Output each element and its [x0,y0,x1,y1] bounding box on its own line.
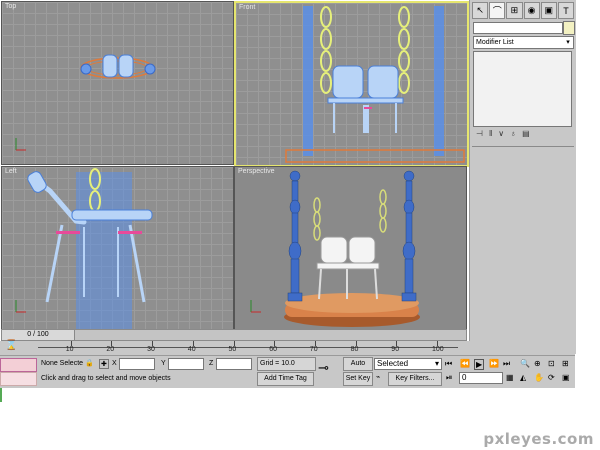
selection-status: None Selecte [41,360,84,367]
key-icon[interactable]: ⊸ [318,360,329,376]
current-frame-field[interactable]: 0 [459,372,503,384]
remove-modifier-icon[interactable]: ♁ [510,129,516,138]
stack-buttons: ⊣ ‖ ∨ ♁ ▤ [476,129,530,138]
auto-key-button[interactable]: Auto Key [343,357,373,379]
track-tick-label: 70 [309,346,318,353]
previous-frame-icon[interactable]: ⏪ [460,359,470,368]
viewport-left[interactable]: Left [1,166,234,330]
command-panel: ↖ ⌒ ⊞ ◉ ▣ T Modifier List ▾ ⊣ ‖ ∨ ♁ ▤ [469,0,576,354]
viewport-perspective[interactable]: Perspective [234,166,467,330]
chevron-down-icon: ▾ [434,359,439,368]
modifier-list-dropdown[interactable]: Modifier List ▾ [473,36,574,49]
absolute-mode-icon[interactable]: ✚ [99,359,109,369]
orbit-icon[interactable]: ⟳ [548,373,555,382]
modifier-stack[interactable] [473,51,572,127]
key-mode-toggle-icon[interactable]: ⏯ [446,373,452,383]
create-icon[interactable]: ↖ [472,2,489,19]
watermark: pxleyes.com [483,430,594,448]
field-of-view-icon[interactable]: ◭ [520,373,526,382]
prompt-line: Click and drag to select and move object… [41,375,171,382]
modifier-list-label: Modifier List [476,39,514,46]
command-panel-tabs: ↖ ⌒ ⊞ ◉ ▣ T [472,2,575,19]
viewport-top[interactable]: Top [1,1,234,165]
set-key-button[interactable]: Set Key [343,372,373,386]
display-icon[interactable]: ▣ [540,2,557,19]
x-label: X [112,360,117,367]
left-view-wireframe [15,168,153,329]
modify-icon[interactable]: ⌒ [489,2,506,19]
viewport-front[interactable]: Front [234,1,469,167]
track-tick-label: 40 [187,346,196,353]
zoom-all-icon[interactable]: ⊕ [534,359,541,368]
track-tick-label: 10 [65,346,74,353]
track-tick-label: 90 [391,346,400,353]
add-time-tag-button[interactable]: Add Time Tag [257,372,314,386]
chevron-down-icon: ▾ [566,39,570,46]
track-tick-label: 50 [228,346,237,353]
zoom-extents-icon[interactable]: ⊡ [548,359,555,368]
status-bar: None Selecte 🔒 ✚ X Y Z Grid = 10.0 Click… [0,355,575,388]
configure-sets-icon[interactable]: ▤ [522,129,530,138]
track-tick-label: 100 [432,346,444,353]
maxscript-listener-top[interactable] [0,358,37,372]
current-frame-value: 0 [462,373,467,382]
track-bar[interactable]: 10 20 30 40 50 60 70 80 90 100 [0,341,575,355]
object-name-field[interactable] [473,22,563,34]
key-filters-button[interactable]: Key Filters... [388,372,442,386]
zoom-extents-all-icon[interactable]: ⊞ [562,359,569,368]
grid-size-display: Grid = 10.0 [257,357,316,371]
key-mode-dropdown[interactable]: Selected ▾ [374,358,442,370]
panel-divider [472,146,574,147]
zoom-icon[interactable]: 🔍 [520,359,530,368]
utilities-icon[interactable]: T [557,2,575,19]
x-coordinate-field[interactable] [119,358,155,370]
y-coordinate-field[interactable] [168,358,204,370]
pan-icon[interactable]: ✋ [534,373,544,382]
perspective-render [250,170,420,327]
next-frame-icon[interactable]: ⏩ [489,359,499,368]
time-slider-thumb[interactable]: 0 / 100 [2,330,75,340]
track-tick-label: 80 [350,346,359,353]
key-mode-value: Selected [377,359,409,368]
time-configuration-icon[interactable]: ▦ [506,373,514,382]
time-slider[interactable]: 0 / 100 [1,329,467,341]
lock-icon[interactable]: 🔒 [85,359,94,367]
hierarchy-icon[interactable]: ⊞ [506,2,523,19]
play-icon[interactable]: ▶ [474,359,485,370]
go-to-end-icon[interactable]: ⏭ [503,359,510,369]
z-label: Z [209,360,214,367]
mini-curve-editor-icon[interactable]: ⌛ [5,341,17,351]
pin-stack-icon[interactable]: ⊣ [476,129,483,138]
show-end-result-icon[interactable]: ‖ [489,129,492,138]
maxscript-listener-bottom[interactable] [0,372,37,386]
y-label: Y [161,360,166,367]
key-curve-icon[interactable]: ⌁ [376,373,380,381]
go-to-start-icon[interactable]: ⏮ [445,359,452,369]
z-coordinate-field[interactable] [216,358,252,370]
track-tick-label: 60 [269,346,277,353]
object-color-swatch[interactable] [563,21,575,35]
motion-icon[interactable]: ◉ [523,2,540,19]
front-view-wireframe [285,6,465,163]
maximize-viewport-icon[interactable]: ▣ [562,373,570,382]
top-view-wireframe [15,54,156,151]
window-edge [0,388,2,402]
track-tick-label: 30 [147,346,155,353]
make-unique-icon[interactable]: ∨ [498,129,504,138]
track-tick-label: 20 [106,346,115,353]
